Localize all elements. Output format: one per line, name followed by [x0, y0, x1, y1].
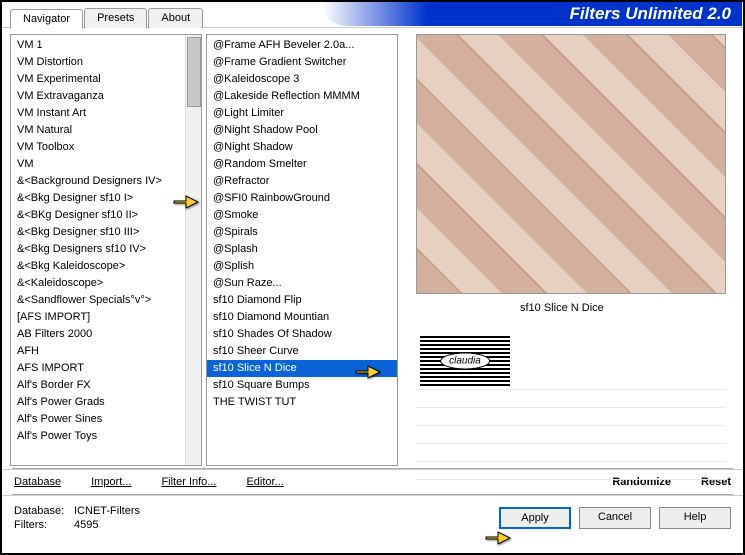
category-item[interactable]: [AFS IMPORT] [11, 309, 201, 326]
filter-item[interactable]: @SFI0 RainbowGround [207, 190, 397, 207]
help-button[interactable]: Help [659, 507, 731, 529]
filter-item[interactable]: @Night Shadow Pool [207, 122, 397, 139]
filter-item[interactable]: @Night Shadow [207, 139, 397, 156]
category-item[interactable]: Alf's Power Toys [11, 428, 201, 445]
filter-item[interactable]: sf10 Slice N Dice [207, 360, 397, 377]
status-filters-label: Filters: [14, 518, 74, 532]
tab-navigator[interactable]: Navigator [10, 9, 83, 29]
filter-item[interactable]: sf10 Square Bumps [207, 377, 397, 394]
claudia-logo [420, 336, 510, 386]
category-list[interactable]: VM 1VM DistortionVM ExperimentalVM Extra… [10, 34, 202, 466]
filter-item[interactable]: @Splash [207, 241, 397, 258]
status-area: Database: ICNET-Filters Filters: 4595 [14, 504, 140, 532]
cancel-button[interactable]: Cancel [579, 507, 651, 529]
category-item[interactable]: &<Background Designers IV> [11, 173, 201, 190]
filter-item[interactable]: @Lakeside Reflection MMMM [207, 88, 397, 105]
category-item[interactable]: &<Bkg Designer sf10 III> [11, 224, 201, 241]
category-item[interactable]: &<Kaleidoscope> [11, 275, 201, 292]
filter-item[interactable]: @Frame Gradient Switcher [207, 54, 397, 71]
category-item[interactable]: &<Sandflower Specials°v°> [11, 292, 201, 309]
filter-info-link[interactable]: Filter Info... [161, 476, 216, 488]
parameter-area [416, 372, 726, 480]
category-item[interactable]: AB Filters 2000 [11, 326, 201, 343]
category-item[interactable]: VM Experimental [11, 71, 201, 88]
filter-item[interactable]: THE TWIST TUT [207, 394, 397, 411]
status-db-label: Database: [14, 504, 74, 518]
category-item[interactable]: Alf's Power Grads [11, 394, 201, 411]
status-db-value: ICNET-Filters [74, 504, 140, 518]
app-title: Filters Unlimited 2.0 [569, 4, 731, 24]
filter-item[interactable]: @Light Limiter [207, 105, 397, 122]
category-item[interactable]: &<Bkg Designer sf10 I> [11, 190, 201, 207]
status-filters-value: 4595 [74, 518, 98, 532]
scroll-thumb[interactable] [187, 37, 201, 107]
category-item[interactable]: &<Bkg Kaleidoscope> [11, 258, 201, 275]
current-filter-label: sf10 Slice N Dice [520, 302, 735, 314]
filter-item[interactable]: @Sun Raze... [207, 275, 397, 292]
category-item[interactable]: &<Bkg Designers sf10 IV> [11, 241, 201, 258]
category-item[interactable]: VM Extravaganza [11, 88, 201, 105]
category-item[interactable]: Alf's Border FX [11, 377, 201, 394]
category-item[interactable]: AFS IMPORT [11, 360, 201, 377]
apply-button[interactable]: Apply [499, 507, 571, 529]
filter-item[interactable]: @Refractor [207, 173, 397, 190]
filter-item[interactable]: sf10 Diamond Mountian [207, 309, 397, 326]
tab-bar: Navigator Presets About [10, 8, 204, 28]
category-item[interactable]: VM Instant Art [11, 105, 201, 122]
filter-item[interactable]: sf10 Diamond Flip [207, 292, 397, 309]
category-item[interactable]: VM [11, 156, 201, 173]
filter-item[interactable]: @Kaleidoscope 3 [207, 71, 397, 88]
database-link[interactable]: Database [14, 476, 61, 488]
category-item[interactable]: Alf's Power Sines [11, 411, 201, 428]
filter-item[interactable]: @Smoke [207, 207, 397, 224]
filter-item[interactable]: @Frame AFH Beveler 2.0a... [207, 37, 397, 54]
category-item[interactable]: &<BKg Designer sf10 II> [11, 207, 201, 224]
category-item[interactable]: VM Natural [11, 122, 201, 139]
filter-item[interactable]: @Splish [207, 258, 397, 275]
editor-link[interactable]: Editor... [246, 476, 283, 488]
category-item[interactable]: VM Toolbox [11, 139, 201, 156]
filter-item[interactable]: @Spirals [207, 224, 397, 241]
preview-image [416, 34, 726, 294]
tab-about[interactable]: About [148, 8, 203, 28]
category-scrollbar[interactable] [185, 35, 201, 465]
filter-list[interactable]: @Frame AFH Beveler 2.0a...@Frame Gradien… [206, 34, 398, 466]
category-item[interactable]: AFH [11, 343, 201, 360]
category-item[interactable]: VM Distortion [11, 54, 201, 71]
filter-item[interactable]: sf10 Sheer Curve [207, 343, 397, 360]
filter-item[interactable]: sf10 Shades Of Shadow [207, 326, 397, 343]
tab-presets[interactable]: Presets [84, 8, 147, 28]
filter-item[interactable]: @Random Smelter [207, 156, 397, 173]
category-item[interactable]: VM 1 [11, 37, 201, 54]
import-link[interactable]: Import... [91, 476, 131, 488]
